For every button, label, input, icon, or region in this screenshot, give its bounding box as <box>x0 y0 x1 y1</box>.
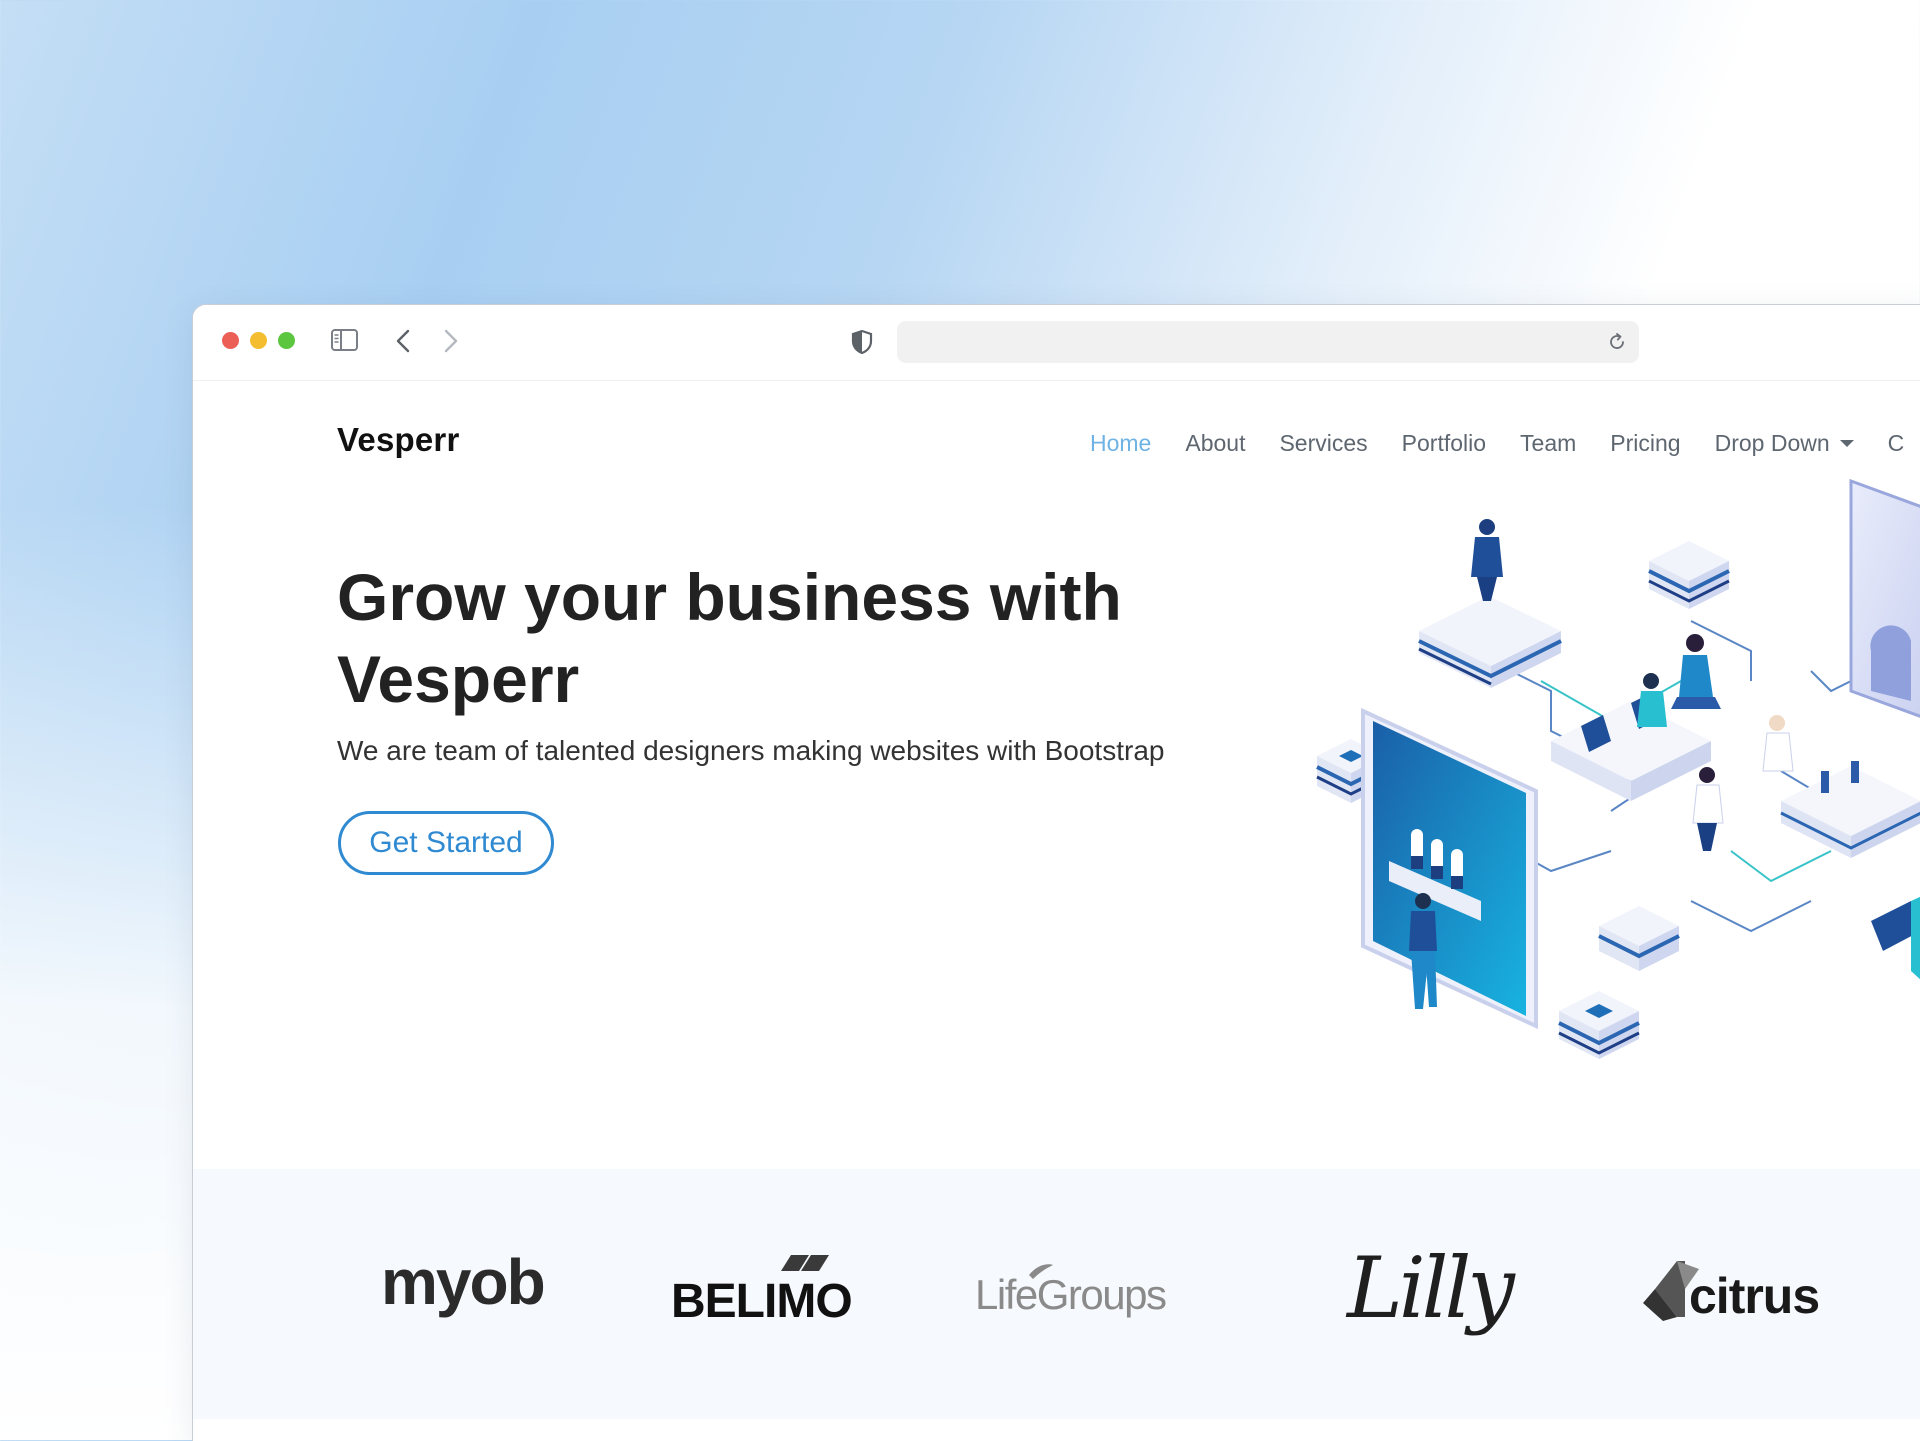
client-logo-lilly: Lilly <box>1345 1239 1520 1337</box>
shield-icon[interactable] <box>851 329 873 355</box>
client-name-lifegroups: LifeGroups <box>975 1271 1166 1318</box>
browser-toolbar <box>193 305 1920 381</box>
clients-section: myob BELIMO LifeGroups Lilly citrus <box>193 1169 1920 1419</box>
nav-item-team[interactable]: Team <box>1520 430 1576 457</box>
client-logo-belimo: BELIMO <box>671 1255 853 1328</box>
hero-title: Grow your business with Vesperr <box>337 560 1122 716</box>
client-logo-myob: myob <box>381 1246 546 1318</box>
sidebar-icon[interactable] <box>331 329 358 351</box>
nav-item-home[interactable]: Home <box>1090 430 1151 457</box>
hero-illustration <box>1316 478 1920 1059</box>
client-name-belimo: BELIMO <box>671 1275 852 1328</box>
nav-item-dropdown[interactable]: Drop Down <box>1715 430 1854 457</box>
client-logo-citrus: citrus <box>1643 1261 1820 1324</box>
caret-down-icon <box>1839 439 1854 447</box>
client-name-lilly: Lilly <box>1345 1239 1516 1337</box>
get-started-button[interactable]: Get Started <box>338 811 554 875</box>
client-logo-lifegroups: LifeGroups <box>975 1264 1167 1318</box>
chevron-left-icon[interactable] <box>395 328 411 354</box>
chevron-right-icon[interactable] <box>443 328 459 354</box>
nav-item-portfolio[interactable]: Portfolio <box>1402 430 1486 457</box>
address-bar[interactable] <box>897 321 1639 363</box>
site-logo[interactable]: Vesperr <box>337 421 460 459</box>
reload-icon[interactable] <box>1607 332 1627 352</box>
nav-item-services[interactable]: Services <box>1279 430 1367 457</box>
browser-window: Vesperr Home About Services Portfolio Te… <box>192 304 1920 1441</box>
close-window-button[interactable] <box>222 332 239 349</box>
nav-item-about[interactable]: About <box>1185 430 1245 457</box>
client-name-citrus: citrus <box>1689 1268 1819 1324</box>
zoom-window-button[interactable] <box>278 332 295 349</box>
nav-item-dropdown-label: Drop Down <box>1714 429 1830 456</box>
nav-item-pricing[interactable]: Pricing <box>1610 430 1680 457</box>
main-nav: Home About Services Portfolio Team Prici… <box>1090 423 1920 463</box>
nav-item-contact[interactable]: C <box>1888 430 1905 457</box>
website: Vesperr Home About Services Portfolio Te… <box>193 381 1920 1441</box>
hero-subtitle: We are team of talented designers making… <box>337 735 1165 766</box>
client-name-myob: myob <box>381 1246 544 1318</box>
minimize-window-button[interactable] <box>250 332 267 349</box>
